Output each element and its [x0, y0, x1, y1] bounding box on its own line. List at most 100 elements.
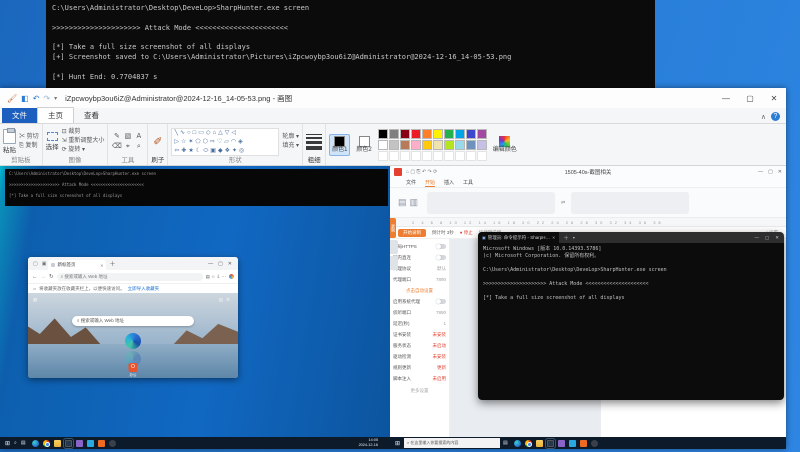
- toggle-switch[interactable]: [436, 244, 446, 249]
- undo-icon[interactable]: ↶: [33, 94, 40, 103]
- palette-color[interactable]: [378, 140, 388, 150]
- item-action[interactable]: 未启用: [433, 376, 447, 382]
- copy-button[interactable]: ⎘ 复制: [19, 142, 39, 151]
- palette-color-empty[interactable]: [444, 151, 454, 161]
- terminal-maximize[interactable]: ▢: [765, 235, 769, 241]
- explorer-icon[interactable]: [54, 440, 61, 447]
- shapes-gallery[interactable]: ╲∿○□▭◇⌂△▽◁▷☆✶⬠⬡⇨♡▱◠◈⇦✚★☾⬭▣◆❖✦◎: [171, 128, 279, 156]
- palette-color[interactable]: [411, 129, 421, 139]
- color1-button[interactable]: 颜色1: [329, 134, 350, 156]
- task-view-icon[interactable]: ▤: [503, 440, 508, 446]
- edge-close[interactable]: ✕: [228, 261, 232, 267]
- size-button[interactable]: 粗细: [308, 157, 321, 164]
- terminal-icon[interactable]: [547, 440, 554, 447]
- vscode-icon[interactable]: [87, 440, 94, 447]
- office-maximize[interactable]: ▢: [768, 169, 773, 175]
- quick-link-tile[interactable]: O: [129, 363, 138, 372]
- edit-colors-button[interactable]: 编辑颜色: [491, 135, 519, 155]
- sidebar-value[interactable]: 1: [443, 321, 446, 326]
- toolbar-icon[interactable]: ⋯: [222, 274, 227, 279]
- new-tab-button[interactable]: ＋: [109, 259, 115, 268]
- palette-color-empty[interactable]: [411, 151, 421, 161]
- item-action[interactable]: 未安装: [433, 354, 447, 360]
- start-button[interactable]: ⊞: [395, 440, 400, 447]
- brush-icon[interactable]: ✐: [153, 135, 162, 148]
- redo-icon[interactable]: ↷: [43, 94, 50, 103]
- address-bar[interactable]: ⌕ 搜索或输入 Web 地址: [57, 273, 203, 281]
- explorer-icon[interactable]: [536, 440, 543, 447]
- terminal-tab[interactable]: ▣ 管理员: 命令提示符 - SharpH… ✕: [478, 232, 559, 243]
- wps-icon[interactable]: [580, 440, 587, 447]
- side-tab-active[interactable]: 录制: [390, 218, 396, 238]
- office-menu-item[interactable]: 插入: [444, 179, 454, 186]
- edge-tab[interactable]: 新标签页 ✕: [48, 260, 106, 270]
- terminal-new-tab-button[interactable]: ＋: [563, 234, 569, 242]
- item-action[interactable]: 未安装: [433, 332, 447, 338]
- tab-home[interactable]: 主页: [37, 107, 74, 123]
- palette-color-empty[interactable]: [400, 151, 410, 161]
- tool-icon[interactable]: ⌕: [133, 142, 144, 152]
- palette-color[interactable]: [466, 129, 476, 139]
- palette-color[interactable]: [455, 140, 465, 150]
- tool-icon[interactable]: ⌫: [111, 142, 122, 152]
- palette-color-empty[interactable]: [433, 151, 443, 161]
- palette-color[interactable]: [378, 129, 388, 139]
- palette-color[interactable]: [389, 129, 399, 139]
- palette-color[interactable]: [422, 140, 432, 150]
- tool-icon[interactable]: ✎: [111, 132, 122, 142]
- sidebar-link[interactable]: 点击自动设置: [393, 288, 446, 294]
- refresh-icon[interactable]: ↻: [49, 274, 54, 280]
- maximize-button[interactable]: ▢: [738, 94, 762, 103]
- side-tab[interactable]: [390, 256, 398, 270]
- taskbar-clock[interactable]: 14:05 2024-12-16: [359, 438, 390, 447]
- record-button[interactable]: 开始录制: [398, 229, 426, 237]
- office-menu-item[interactable]: 文件: [406, 179, 416, 186]
- qat-customize-icon[interactable]: ▾: [54, 95, 57, 102]
- save-icon[interactable]: ◧: [21, 94, 29, 103]
- search-icon[interactable]: ⌕: [14, 440, 17, 446]
- item-action[interactable]: 未启动: [433, 343, 447, 349]
- vertical-tabs-icon[interactable]: ▣: [42, 261, 47, 267]
- chrome-icon[interactable]: [525, 440, 532, 447]
- color2-button[interactable]: 颜色2: [354, 135, 373, 155]
- palette-color-empty[interactable]: [477, 151, 487, 161]
- palette-color[interactable]: [444, 140, 454, 150]
- palette-color-empty[interactable]: [389, 151, 399, 161]
- crop-button[interactable]: ⊡ 裁剪: [62, 128, 105, 137]
- terminal-dropdown-icon[interactable]: ▾: [573, 235, 575, 240]
- palette-color[interactable]: [433, 140, 443, 150]
- office-minimize[interactable]: —: [758, 169, 763, 175]
- side-tab[interactable]: [390, 240, 398, 254]
- color-palette[interactable]: [378, 129, 487, 161]
- palette-color[interactable]: [477, 140, 487, 150]
- forward-icon[interactable]: →: [41, 274, 47, 280]
- help-icon[interactable]: ?: [771, 112, 780, 121]
- toggle-switch[interactable]: [436, 299, 446, 304]
- tab-close-icon[interactable]: ✕: [100, 263, 103, 268]
- outline-button[interactable]: 轮廓 ▾: [282, 133, 299, 142]
- console-window[interactable]: C:\Users\Administrator\Desktop\DeveLop>S…: [46, 0, 655, 88]
- terminal-close[interactable]: ✕: [775, 235, 779, 241]
- palette-color-empty[interactable]: [422, 151, 432, 161]
- palette-color-empty[interactable]: [466, 151, 476, 161]
- visual-studio-icon[interactable]: [76, 440, 83, 447]
- task-view-icon[interactable]: ▤: [21, 440, 26, 446]
- profile-avatar[interactable]: [229, 274, 234, 279]
- tool-icon[interactable]: A: [133, 132, 144, 142]
- palette-color[interactable]: [455, 129, 465, 139]
- resize-button[interactable]: ⇲ 重新调整大小: [62, 137, 105, 146]
- palette-color[interactable]: [433, 129, 443, 139]
- select-button[interactable]: 选择: [46, 132, 59, 151]
- palette-color[interactable]: [444, 129, 454, 139]
- app-icon[interactable]: [591, 440, 598, 447]
- edge-icon[interactable]: [514, 440, 521, 447]
- paint-canvas[interactable]: C:\Users\Administrator\Desktop\DeveLop>S…: [0, 166, 786, 449]
- import-favorites-link[interactable]: 立即导入收藏夹: [128, 286, 160, 292]
- page-settings-icons[interactable]: ▤⚙: [219, 297, 233, 303]
- back-icon[interactable]: ←: [32, 274, 38, 280]
- stop-label[interactable]: ● 停止: [460, 230, 473, 236]
- collapse-ribbon-icon[interactable]: ∧: [761, 113, 766, 121]
- chrome-icon[interactable]: [43, 440, 50, 447]
- office-quick-icons[interactable]: ⌂ ▢ ⎘ ↶ ↷ ⟳: [406, 169, 437, 175]
- fill-button[interactable]: 填充 ▾: [282, 142, 299, 151]
